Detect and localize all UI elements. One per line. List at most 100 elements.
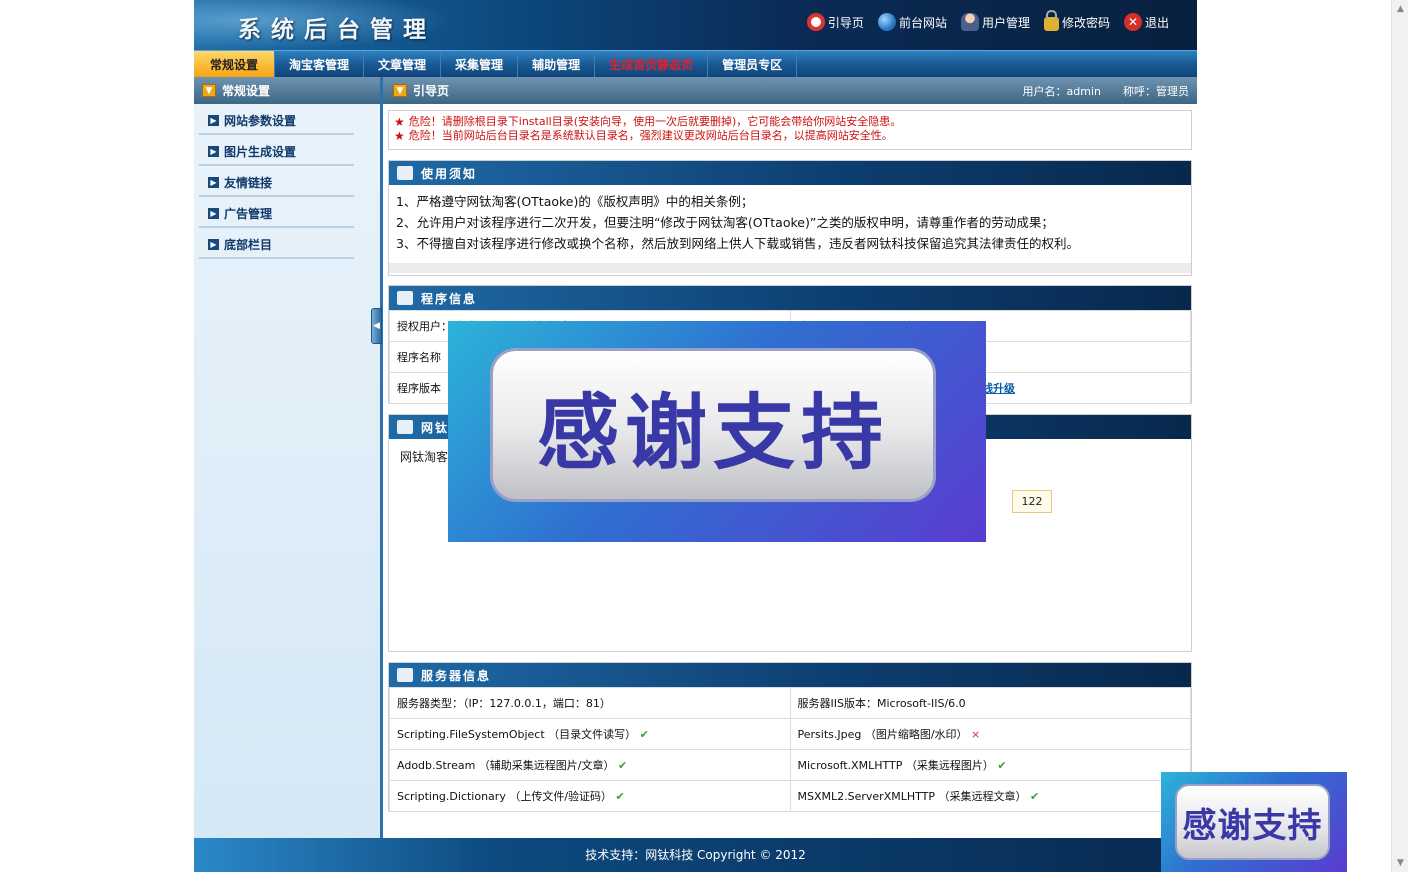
news-heading: 网钛 [421,420,450,435]
link-change-password[interactable]: 修改密码 [1043,10,1110,31]
tab-generate-static[interactable]: 生成首页静态页 [595,51,709,77]
sidebar-item-image-gen[interactable]: ▶ 图片生成设置 [199,138,354,166]
notice-line: 1、严格遵守网钛淘客(OTtaoke)的《版权声明》中的相关条例； [396,194,754,209]
table-cell: Scripting.FileSystemObject （目录文件读写） ✔ [389,718,791,750]
chevron-right-icon: ▶ [208,207,219,219]
tab-articles[interactable]: 文章管理 [364,51,442,77]
sidebar-item-label: 底部栏目 [224,237,273,252]
usage-notice-panel: 使用须知 1、严格遵守网钛淘客(OTtaoke)的《版权声明》中的相关条例； 2… [388,160,1192,276]
table-cell: Microsoft.XMLHTTP （采集远程图片） ✔ [789,749,1191,781]
thanks-corner-ad[interactable]: 感谢支持 [1161,772,1347,872]
check-icon: ✔ [997,759,1007,772]
check-icon: ✔ [639,728,649,741]
table-cell: 服务器类型：（IP：127.0.0.1，端口：81） [389,687,791,719]
table-row: Scripting.Dictionary （上传文件/验证码） ✔ MSXML2… [389,780,1191,812]
app-title: 系统后台管理 [238,16,436,43]
footer: 技术支持：网钛科技 Copyright © 2012 [194,838,1197,872]
main-nav: 常规设置 淘宝客管理 文章管理 采集管理 辅助管理 生成首页静态页 管理员专区 [194,50,1197,77]
cell-text: MSXML2.ServerXMLHTTP （采集远程文章） [797,790,1027,803]
chevron-right-icon: ▶ [208,114,219,126]
tab-taobaoke[interactable]: 淘宝客管理 [275,51,365,77]
username-label: 用户名：admin [1022,84,1101,98]
link-guide[interactable]: 引导页 [806,13,864,31]
server-info-title: 服务器信息 [389,663,1191,687]
link-user-manage-label: 用户管理 [981,15,1030,30]
thanks-popup-badge: 感谢支持 [490,348,936,502]
window-scrollbar[interactable]: ▲ ▼ [1391,0,1408,872]
sidebar-title: 常规设置 [222,84,271,98]
collapse-sidebar-button[interactable]: ◀ [371,308,382,344]
table-cell: 服务器IIS版本：Microsoft-IIS/6.0 [789,687,1191,719]
notice-line: 2、允许用户对该程序进行二次开发，但要注明“修改于网钛淘客(OTtaoke)”之… [396,215,1054,230]
server-info-table: 服务器类型：（IP：127.0.0.1，端口：81） 服务器IIS版本：Micr… [389,687,1191,812]
sidebar-item-site-params[interactable]: ▶ 网站参数设置 [199,107,354,135]
exit-icon: ✕ [1123,13,1142,31]
alert-install-dir: ★ 危险！请删除根目录下install目录(安装向导，使用一次后就要删掉)，它可… [394,115,1186,129]
alert-text: 危险！当前网站后台目录名是系统默认目录名，强烈建议更改网站后台目录名，以提高网站… [408,129,893,142]
user-info: 用户名：admin 称呼：管理员 [1023,83,1189,99]
sidebar: ▼ 常规设置 ▶ 网站参数设置 ▶ 图片生成设置 ▶ 友情链接 ▶ 广告管理 ▶… [194,77,382,838]
link-change-password-label: 修改密码 [1061,15,1110,30]
security-alerts: ★ 危险！请删除根目录下install目录(安装向导，使用一次后就要删掉)，它可… [388,110,1192,150]
page-title: 引导页 [413,84,450,98]
scroll-down-icon[interactable]: ▼ [1394,856,1407,870]
lock-icon [1043,10,1059,31]
server-info-panel: 服务器信息 服务器类型：（IP：127.0.0.1，端口：81） 服务器IIS版… [388,662,1192,812]
online-upgrade-link[interactable]: 线升级 [982,382,1015,395]
link-logout[interactable]: ✕ 退出 [1123,13,1169,31]
main-header: ▼ 引导页 用户名：admin 称呼：管理员 [383,77,1197,104]
cell-text: 服务器IIS版本：Microsoft-IIS/6.0 [797,697,966,710]
cell-text: Scripting.FileSystemObject （目录文件读写） [397,728,637,741]
table-row: Adodb.Stream （辅助采集远程图片/文章） ✔ Microsoft.X… [389,749,1191,781]
guide-icon [806,13,825,31]
chevron-right-icon: ▶ [208,176,219,188]
tab-assist[interactable]: 辅助管理 [518,51,596,77]
server-icon [397,420,413,434]
cell-text: Scripting.Dictionary （上传文件/验证码） [397,790,613,803]
thanks-popup-ad[interactable]: 感谢支持 [448,321,986,542]
link-user-manage[interactable]: 用户管理 [960,13,1030,31]
star-icon: ★ [394,129,405,143]
alert-text: 危险！请删除根目录下install目录(安装向导，使用一次后就要删掉)，它可能会… [408,115,902,128]
sidebar-item-friend-links[interactable]: ▶ 友情链接 [199,169,354,197]
table-cell: Persits.Jpeg （图片缩略图/水印） × [789,718,1191,750]
nickname-label: 称呼：管理员 [1123,84,1189,98]
down-arrow-icon: ▼ [393,84,407,97]
star-icon: ★ [394,115,405,129]
cell-text: 服务器类型：（IP：127.0.0.1，端口：81） [397,697,611,710]
notice-line: 3、不得擅自对该程序进行修改或换个名称，然后放到网络上供人下载或销售，违反者网钛… [396,236,1079,251]
tab-collect[interactable]: 采集管理 [441,51,519,77]
usage-notice-body: 1、严格遵守网钛淘客(OTtaoke)的《版权声明》中的相关条例； 2、允许用户… [389,185,1191,263]
cell-text: Adodb.Stream （辅助采集远程图片/文章） [397,759,615,772]
table-cell: Adodb.Stream （辅助采集远程图片/文章） ✔ [389,749,791,781]
program-info-title: 程序信息 [389,286,1191,310]
thanks-corner-text: 感谢支持 [1182,805,1323,846]
down-arrow-icon: ▼ [202,84,216,97]
tab-admin-zone[interactable]: 管理员专区 [708,51,798,77]
link-guide-label: 引导页 [827,15,864,30]
follow-count-badge: 122 [1012,490,1052,513]
table-row: 服务器类型：（IP：127.0.0.1，端口：81） 服务器IIS版本：Micr… [389,687,1191,719]
server-icon [397,668,413,682]
chevron-right-icon: ▶ [208,145,219,157]
tab-general-settings[interactable]: 常规设置 [194,51,276,77]
server-info-heading: 服务器信息 [421,668,492,683]
thanks-corner-badge: 感谢支持 [1175,784,1330,860]
scroll-up-icon[interactable]: ▲ [1394,2,1407,16]
user-icon [960,13,979,31]
sidebar-item-footer-columns[interactable]: ▶ 底部栏目 [199,231,354,259]
link-frontend[interactable]: 前台网站 [877,13,947,31]
usage-notice-footer [389,263,1191,273]
cell-text: Persits.Jpeg （图片缩略图/水印） [797,728,968,741]
check-icon: ✔ [618,759,628,772]
sidebar-item-label: 广告管理 [224,206,273,221]
server-icon [397,291,413,305]
sidebar-header: ▼ 常规设置 [194,77,382,104]
link-logout-label: 退出 [1144,15,1169,30]
chevron-right-icon: ▶ [208,238,219,250]
usage-notice-title: 使用须知 [389,161,1191,185]
sidebar-item-ads[interactable]: ▶ 广告管理 [199,200,354,228]
thanks-popup-text: 感谢支持 [536,384,889,481]
globe-icon [877,13,896,31]
table-cell: Scripting.Dictionary （上传文件/验证码） ✔ [389,780,791,812]
